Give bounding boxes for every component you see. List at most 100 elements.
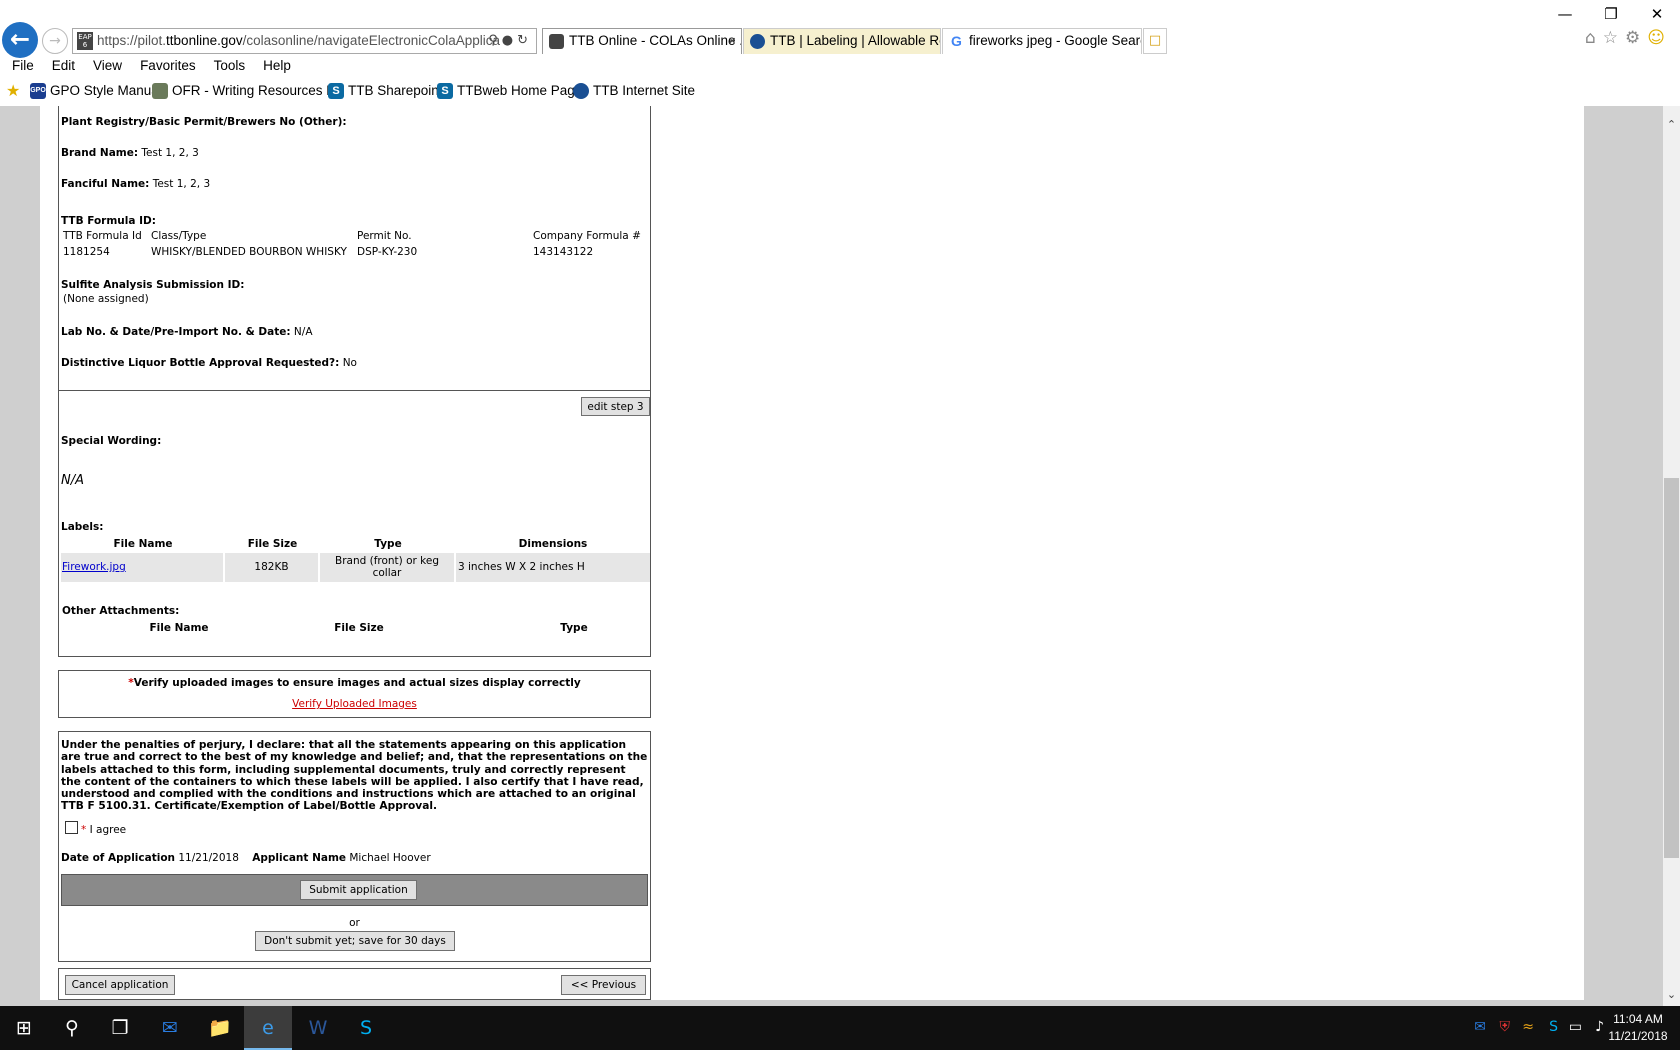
- ttb-tab-icon: [549, 34, 564, 49]
- fav-ttb-internet[interactable]: TTB Internet Site: [573, 82, 695, 100]
- left-gutter: [0, 106, 40, 1006]
- label-file-link[interactable]: Firework.jpg: [62, 561, 126, 573]
- url-text[interactable]: https://pilot.ttbonline.gov/colasonline/…: [97, 33, 541, 48]
- gear-icon[interactable]: ⚙: [1625, 28, 1647, 48]
- close-tab-icon[interactable]: ×: [728, 29, 736, 53]
- scrollbar-thumb[interactable]: [1664, 478, 1679, 858]
- fav-gpo-style-manual[interactable]: GPO GPO Style Manual: [30, 82, 162, 100]
- fanciful-name-label: Fanciful Name:: [61, 178, 150, 190]
- menu-help[interactable]: Help: [252, 56, 298, 76]
- formula-id-value: 1181254: [63, 246, 110, 258]
- fav-ofr-writing[interactable]: OFR - Writing Resources F...: [152, 82, 344, 100]
- restore-icon[interactable]: ❐: [1588, 0, 1634, 28]
- browser-tools: ⌂☆⚙☺: [1585, 28, 1672, 48]
- labels-label: Labels:: [61, 521, 104, 533]
- battery-icon[interactable]: ▭: [1569, 1019, 1582, 1035]
- sharepoint-icon: S: [437, 83, 453, 99]
- outlook-tray-icon[interactable]: ✉: [1474, 1019, 1486, 1035]
- menu-tools[interactable]: Tools: [203, 56, 253, 76]
- skype-icon[interactable]: S: [342, 1006, 390, 1050]
- page-viewport: Plant Registry/Basic Permit/Brewers No (…: [0, 106, 1663, 1006]
- right-gray-area: [1584, 106, 1663, 1006]
- close-window-icon[interactable]: ✕: [1634, 0, 1680, 28]
- fanciful-name-value: Test 1, 2, 3: [152, 178, 211, 190]
- edit-step3-button[interactable]: edit step 3: [581, 397, 650, 416]
- or-text: or: [349, 917, 360, 929]
- search-icon[interactable]: ⚲: [48, 1006, 96, 1050]
- security-tray-icon[interactable]: ⛨: [1500, 1019, 1511, 1035]
- labels-header-type: Type: [374, 538, 402, 550]
- fav-ttb-sharepoint[interactable]: S TTB Sharepoint: [328, 82, 443, 100]
- sulfite-label: Sulfite Analysis Submission ID:: [61, 279, 245, 291]
- smiley-icon[interactable]: ☺: [1647, 28, 1672, 48]
- vertical-scrollbar[interactable]: ⌃ ⌄: [1663, 106, 1680, 1006]
- plant-registry-label: Plant Registry/Basic Permit/Brewers No (…: [61, 116, 347, 128]
- file-explorer-icon[interactable]: 📁: [196, 1006, 244, 1050]
- lab-row: Lab No. & Date/Pre-Import No. & Date: N/…: [61, 326, 313, 338]
- ofr-icon: [152, 83, 168, 99]
- windows-start-icon[interactable]: ⊞: [0, 1006, 48, 1050]
- lab-label: Lab No. & Date/Pre-Import No. & Date:: [61, 326, 291, 338]
- refresh-icon[interactable]: ↻: [517, 33, 532, 48]
- agree-label: I agree: [89, 824, 127, 836]
- task-view-icon[interactable]: ❐: [96, 1006, 144, 1050]
- menu-edit[interactable]: Edit: [41, 56, 82, 76]
- menu-file[interactable]: File: [0, 56, 41, 76]
- verify-uploaded-images-link[interactable]: Verify Uploaded Images: [292, 698, 417, 710]
- word-icon[interactable]: W: [294, 1006, 342, 1050]
- search-icon[interactable]: ⚲: [488, 33, 502, 48]
- labels-header-dimensions: Dimensions: [518, 538, 588, 550]
- tab-title: TTB Online - COLAs Online ...: [569, 33, 742, 48]
- required-asterisk: *: [81, 824, 87, 836]
- submit-application-button[interactable]: Submit application: [300, 880, 417, 900]
- perjury-declaration: Under the penalties of perjury, I declar…: [61, 739, 648, 813]
- gpo-icon: GPO: [30, 83, 46, 99]
- fav-ttbweb-home[interactable]: S TTBweb Home Page: [437, 82, 582, 100]
- ttb-seal-icon: [573, 83, 589, 99]
- cancel-application-button[interactable]: Cancel application: [65, 975, 175, 995]
- scroll-up-icon[interactable]: ⌃: [1663, 116, 1680, 133]
- ttb-seal-icon: [750, 34, 765, 49]
- favorites-star-icon[interactable]: ☆: [1603, 28, 1625, 48]
- new-tab-icon[interactable]: □: [1143, 28, 1167, 54]
- home-icon[interactable]: ⌂: [1585, 28, 1603, 48]
- tab-title: TTB | Labeling | Allowable Revi...: [770, 33, 940, 48]
- verify-message: *Verify uploaded images to ensure images…: [59, 677, 650, 689]
- address-bar[interactable]: EAP 6 https://pilot.ttbonline.gov/colaso…: [72, 28, 537, 54]
- back-arrow-icon[interactable]: ←: [2, 22, 38, 58]
- tab-ttb-labeling[interactable]: TTB | Labeling | Allowable Revi...: [743, 28, 941, 54]
- outlook-icon[interactable]: ✉: [146, 1006, 194, 1050]
- scroll-down-icon[interactable]: ⌄: [1663, 986, 1680, 1003]
- forward-arrow-icon[interactable]: →: [42, 28, 68, 54]
- menu-favorites[interactable]: Favorites: [129, 56, 203, 76]
- volume-icon[interactable]: ♪: [1595, 1019, 1604, 1035]
- skype-tray-icon[interactable]: S: [1549, 1019, 1558, 1035]
- footer-nav-panel: Cancel application << Previous: [58, 968, 651, 1000]
- menu-view[interactable]: View: [82, 56, 129, 76]
- internet-explorer-icon[interactable]: e: [244, 1006, 292, 1050]
- save-for-30-days-button[interactable]: Don't submit yet; save for 30 days: [255, 931, 455, 951]
- tab-ttb-colas[interactable]: TTB Online - COLAs Online ... ×: [542, 28, 742, 54]
- fav-label: TTB Internet Site: [593, 83, 696, 98]
- label-type: Brand (front) or keg collar: [320, 553, 454, 582]
- previous-button[interactable]: << Previous: [561, 975, 646, 995]
- tab-google-search[interactable]: G fireworks jpeg - Google Search: [942, 28, 1142, 54]
- google-icon: G: [949, 34, 964, 49]
- add-favorite-star-icon[interactable]: ★: [6, 81, 20, 101]
- clock[interactable]: 11:04 AM 11/21/2018: [1606, 1011, 1670, 1045]
- label-file-size: 182KB: [225, 553, 318, 582]
- formula-header-class: Class/Type: [151, 230, 207, 242]
- lock-icon[interactable]: ●: [502, 33, 517, 48]
- tab-title: fireworks jpeg - Google Search: [969, 33, 1142, 48]
- fav-label: TTB Sharepoint: [348, 83, 443, 98]
- other-header-type: Type: [560, 622, 588, 634]
- network-tray-icon[interactable]: ≈: [1522, 1019, 1534, 1035]
- formula-id-label: TTB Formula ID:: [61, 215, 156, 227]
- bottle-approval-value: No: [342, 357, 357, 369]
- other-header-file-name: File Name: [149, 622, 209, 634]
- sulfite-value: (None assigned): [63, 293, 149, 305]
- brand-name-value: Test 1, 2, 3: [141, 147, 199, 159]
- minimize-icon[interactable]: —: [1542, 0, 1588, 28]
- declaration-panel: Under the penalties of perjury, I declar…: [58, 731, 651, 962]
- agree-checkbox[interactable]: [65, 821, 78, 834]
